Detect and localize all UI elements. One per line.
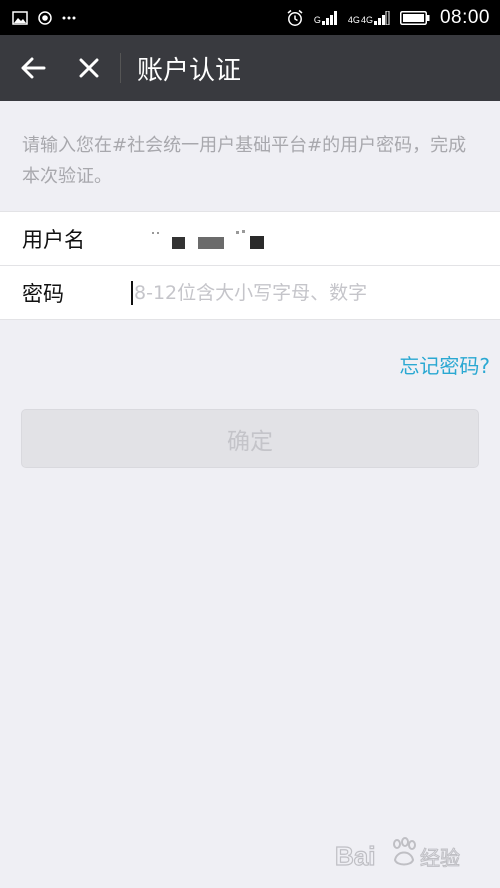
username-row: 用户名	[0, 212, 500, 266]
auth-form: 用户名 密码	[0, 211, 500, 320]
baidu-paw-icon	[393, 837, 416, 866]
password-input[interactable]	[132, 278, 472, 308]
password-row: 密码	[0, 266, 500, 320]
instruction-text: 请输入您在#社会统一用户基础平台#的用户密码，完成本次验证。	[22, 135, 467, 187]
network-type-label: G	[313, 14, 321, 25]
signal-icon	[373, 10, 390, 25]
network-type-label: 4G	[347, 14, 360, 25]
watermark-text: Bai	[335, 841, 375, 871]
watermark-suffix: 经验	[420, 846, 460, 870]
text-cursor	[131, 281, 133, 305]
back-arrow-icon	[21, 57, 46, 79]
page-title: 账户认证	[137, 55, 242, 86]
status-bar: G 4G 4G 08:00	[0, 0, 500, 35]
confirm-button[interactable]: 确定	[21, 409, 479, 468]
status-left	[12, 10, 76, 25]
more-icon	[62, 16, 76, 20]
network-type-label: 4G	[360, 14, 373, 25]
record-icon	[38, 10, 52, 25]
title-bar: 账户认证	[0, 35, 500, 101]
username-value-masked	[150, 228, 290, 250]
battery-icon	[399, 10, 430, 25]
alarm-icon	[286, 9, 304, 27]
signal-indicator-1: G	[313, 10, 338, 25]
status-time: 08:00	[439, 6, 490, 28]
image-icon	[12, 10, 28, 25]
signal-indicator-2: 4G 4G	[347, 10, 390, 25]
close-button[interactable]	[66, 35, 112, 101]
title-divider	[120, 53, 121, 83]
status-right: G 4G 4G 08:00	[286, 7, 490, 29]
password-label: 密码	[22, 282, 64, 306]
back-button[interactable]	[0, 35, 66, 101]
signal-icon	[321, 10, 338, 25]
forgot-password-link[interactable]: 忘记密码?	[399, 350, 490, 379]
baidu-watermark: Bai 经验	[325, 830, 470, 878]
username-label: 用户名	[22, 228, 85, 252]
close-icon	[79, 58, 99, 78]
